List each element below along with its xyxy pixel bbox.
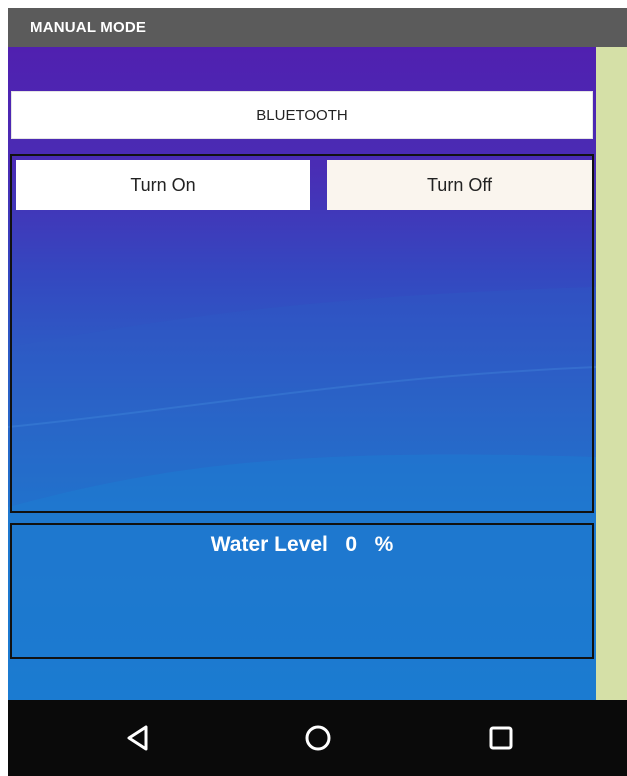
app-screen: BLUETOOTH Turn On Turn Off Water Level 0… — [8, 47, 596, 700]
water-level-unit: % — [374, 533, 394, 556]
water-level-readout: Water Level 0 % — [12, 533, 592, 557]
title-bar: MANUAL MODE — [8, 8, 627, 47]
page-title: MANUAL MODE — [30, 19, 147, 36]
home-icon[interactable] — [302, 722, 334, 754]
turn-on-button[interactable]: Turn On — [16, 160, 310, 210]
turn-on-label: Turn On — [130, 174, 196, 195]
turn-off-button[interactable]: Turn Off — [327, 160, 592, 210]
recent-apps-icon[interactable] — [485, 722, 517, 754]
side-strip — [596, 47, 627, 700]
control-panel: Turn On Turn Off — [10, 154, 594, 513]
water-level-value: 0 — [345, 533, 358, 556]
water-level-panel: Water Level 0 % — [10, 523, 594, 659]
system-navbar — [8, 700, 627, 776]
app-frame: MANUAL MODE BLUETOOTH Turn On Turn Off W… — [0, 0, 627, 776]
water-level-label: Water Level — [210, 533, 328, 556]
turn-off-label: Turn Off — [426, 174, 493, 195]
bluetooth-button[interactable]: BLUETOOTH — [11, 91, 593, 139]
bluetooth-button-label: BLUETOOTH — [256, 106, 348, 124]
back-icon[interactable] — [123, 722, 155, 754]
